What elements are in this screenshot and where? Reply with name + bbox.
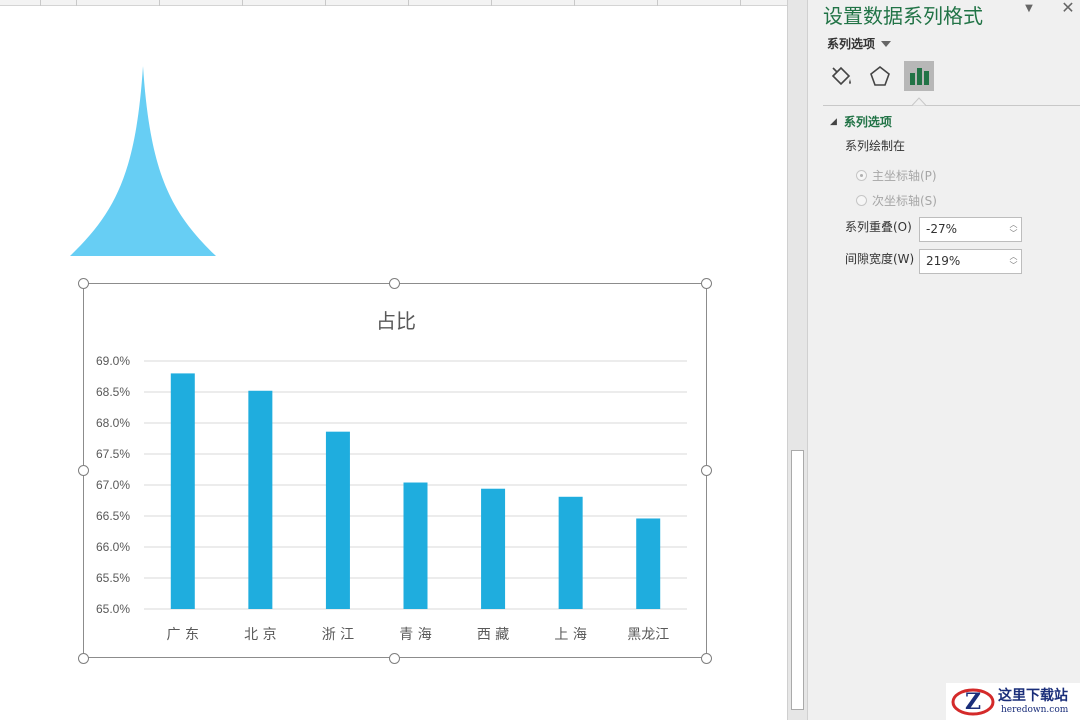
series-options-dropdown-label: 系列选项 xyxy=(827,37,876,51)
svg-text:Z: Z xyxy=(965,689,981,715)
watermark: Z 这里下载站 heredown.com xyxy=(946,683,1080,720)
column-separator xyxy=(574,0,575,6)
y-tick-label: 68.5% xyxy=(96,385,130,399)
plot-series-on-label: 系列绘制在 xyxy=(845,139,906,153)
curved-triangle-shape[interactable] xyxy=(66,62,220,260)
x-axis-ticks: 广 东 北 京 浙 江 青 海 西 藏 上 海 黑龙江 xyxy=(167,627,670,643)
x-tick-label: 黑龙江 xyxy=(627,627,669,643)
tab-effects[interactable] xyxy=(865,61,895,91)
resize-handle-top[interactable] xyxy=(389,278,400,289)
series-overlap-input[interactable]: -27% ︿ ﹀ xyxy=(919,217,1022,242)
column-separator xyxy=(740,0,741,6)
chart-object[interactable]: 占比 65.0% 65.5% 66.0% 66.5% 67.0% 67.5% 68.0% 68… xyxy=(83,283,707,658)
radio-button[interactable] xyxy=(856,195,867,206)
y-tick-label: 67.5% xyxy=(96,447,130,461)
spinner-arrows-icon[interactable]: ︿ ﹀ xyxy=(1009,220,1018,239)
section-series-options[interactable]: ◢ 系列选项 xyxy=(830,113,892,130)
resize-handle-top-left[interactable] xyxy=(78,278,89,289)
bar-series[interactable] xyxy=(170,373,661,609)
y-tick-label: 65.5% xyxy=(96,571,130,585)
series-overlap-label: 系列重叠(O) xyxy=(845,220,912,234)
tab-fill-line[interactable] xyxy=(826,61,856,91)
watermark-url: heredown.com xyxy=(1001,705,1069,715)
resize-handle-top-right[interactable] xyxy=(701,278,712,289)
resize-handle-bottom[interactable] xyxy=(389,653,400,664)
radio-primary-label: 主坐标轴(P) xyxy=(872,169,937,183)
caret-down-icon xyxy=(881,40,892,47)
gap-width-value[interactable]: 219% xyxy=(926,254,960,268)
pane-title: 设置数据系列格式 xyxy=(823,4,983,28)
x-tick-label: 上 海 xyxy=(554,627,586,643)
bar[interactable] xyxy=(558,496,583,609)
radio-secondary-axis[interactable]: 次坐标轴(S) xyxy=(856,192,937,209)
column-header-strip[interactable] xyxy=(0,0,787,6)
gap-width-label: 间隙宽度(W) xyxy=(845,252,915,266)
bar[interactable] xyxy=(248,390,273,609)
tab-divider xyxy=(823,105,1080,106)
chevron-down-icon[interactable]: ▼ xyxy=(1022,2,1036,16)
column-separator xyxy=(159,0,160,6)
column-separator xyxy=(408,0,409,6)
collapse-triangle-icon: ◢ xyxy=(830,116,837,127)
resize-handle-right[interactable] xyxy=(701,465,712,476)
series-overlap-value[interactable]: -27% xyxy=(926,222,957,236)
spinner-arrows-icon[interactable]: ︿ ﹀ xyxy=(1009,252,1018,271)
bar[interactable] xyxy=(481,488,506,609)
y-tick-label: 66.5% xyxy=(96,509,130,523)
x-tick-label: 广 东 xyxy=(167,627,199,643)
bar[interactable] xyxy=(170,373,195,609)
watermark-site-name: 这里下载站 xyxy=(998,688,1068,704)
x-tick-label: 北 京 xyxy=(244,627,276,643)
series-options-dropdown[interactable]: 系列选项 xyxy=(827,35,892,52)
x-tick-label: 青 海 xyxy=(399,627,431,643)
curved-triangle-path[interactable] xyxy=(70,66,216,256)
radio-secondary-label: 次坐标轴(S) xyxy=(872,194,937,208)
x-tick-label: 西 藏 xyxy=(477,627,509,643)
format-data-series-pane: 设置数据系列格式 ▼ ✕ 系列选项 ◢ 系列选项 系列绘制在 主坐标轴(P) 次… xyxy=(807,0,1080,720)
worksheet-area[interactable]: 占比 65.0% 65.5% 66.0% 66.5% 67.0% 67.5% 68.0% 68… xyxy=(0,0,787,720)
y-tick-label: 69.0% xyxy=(96,354,130,368)
resize-handle-bottom-left[interactable] xyxy=(78,653,89,664)
resize-handle-left[interactable] xyxy=(78,465,89,476)
tab-series-options[interactable] xyxy=(904,61,934,91)
radio-button[interactable] xyxy=(856,170,867,181)
x-tick-label: 浙 江 xyxy=(322,627,354,643)
column-separator xyxy=(40,0,41,6)
column-separator xyxy=(657,0,658,6)
y-tick-label: 67.0% xyxy=(96,478,130,492)
tab-pointer xyxy=(912,97,926,106)
y-tick-label: 68.0% xyxy=(96,416,130,430)
chart-title[interactable]: 占比 xyxy=(376,309,416,333)
close-icon[interactable]: ✕ xyxy=(1060,0,1076,16)
pentagon-icon xyxy=(870,65,890,86)
bar-chart[interactable]: 占比 65.0% 65.5% 66.0% 66.5% 67.0% 67.5% 68.0% 68… xyxy=(84,284,708,659)
y-axis-ticks: 65.0% 65.5% 66.0% 66.5% 67.0% 67.5% 68.0% 68.5%… xyxy=(96,354,130,616)
resize-handle-bottom-right[interactable] xyxy=(701,653,712,664)
section-header-label: 系列选项 xyxy=(843,115,892,129)
paint-bucket-icon xyxy=(831,66,851,86)
y-tick-label: 66.0% xyxy=(96,540,130,554)
radio-primary-axis[interactable]: 主坐标轴(P) xyxy=(856,167,937,184)
column-separator xyxy=(76,0,77,6)
column-separator xyxy=(242,0,243,6)
column-separator xyxy=(491,0,492,6)
gap-width-input[interactable]: 219% ︿ ﹀ xyxy=(919,249,1022,274)
y-tick-label: 65.0% xyxy=(96,602,130,616)
bar-chart-icon xyxy=(910,68,929,85)
vertical-scrollbar-thumb[interactable] xyxy=(791,450,804,710)
column-separator xyxy=(325,0,326,6)
bar[interactable] xyxy=(636,518,661,609)
bar[interactable] xyxy=(325,431,350,609)
bar[interactable] xyxy=(403,482,428,609)
site-logo: Z xyxy=(951,688,995,716)
